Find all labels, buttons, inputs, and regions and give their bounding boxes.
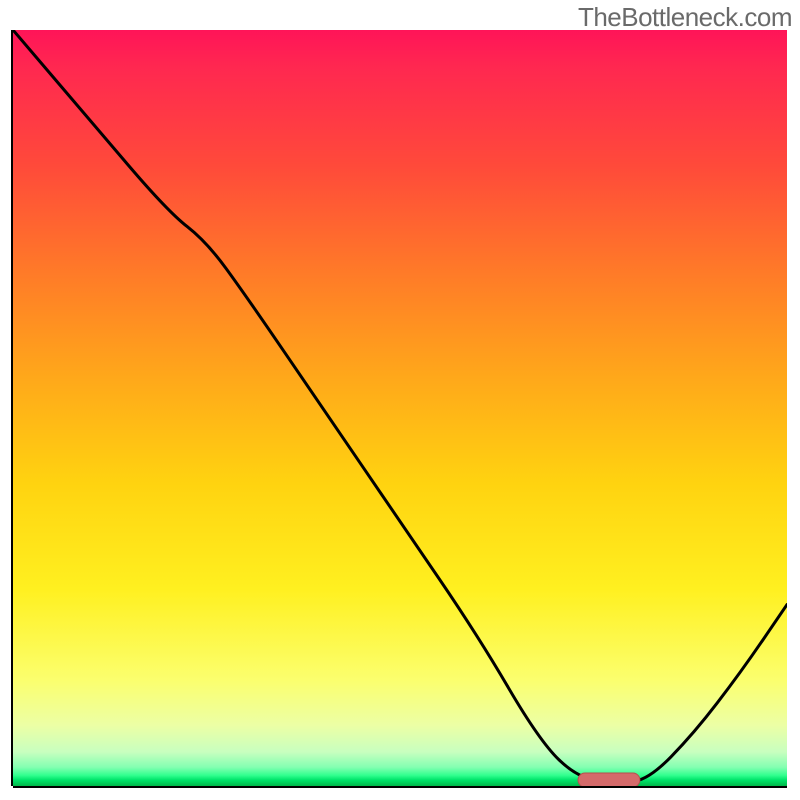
plot-area (13, 30, 787, 786)
x-axis (13, 786, 787, 788)
chart-svg (13, 30, 787, 786)
watermark-text: TheBottleneck.com (578, 2, 792, 33)
optimal-range-marker (578, 773, 640, 786)
chart-container: TheBottleneck.com (0, 0, 800, 800)
bottleneck-curve (13, 30, 787, 782)
